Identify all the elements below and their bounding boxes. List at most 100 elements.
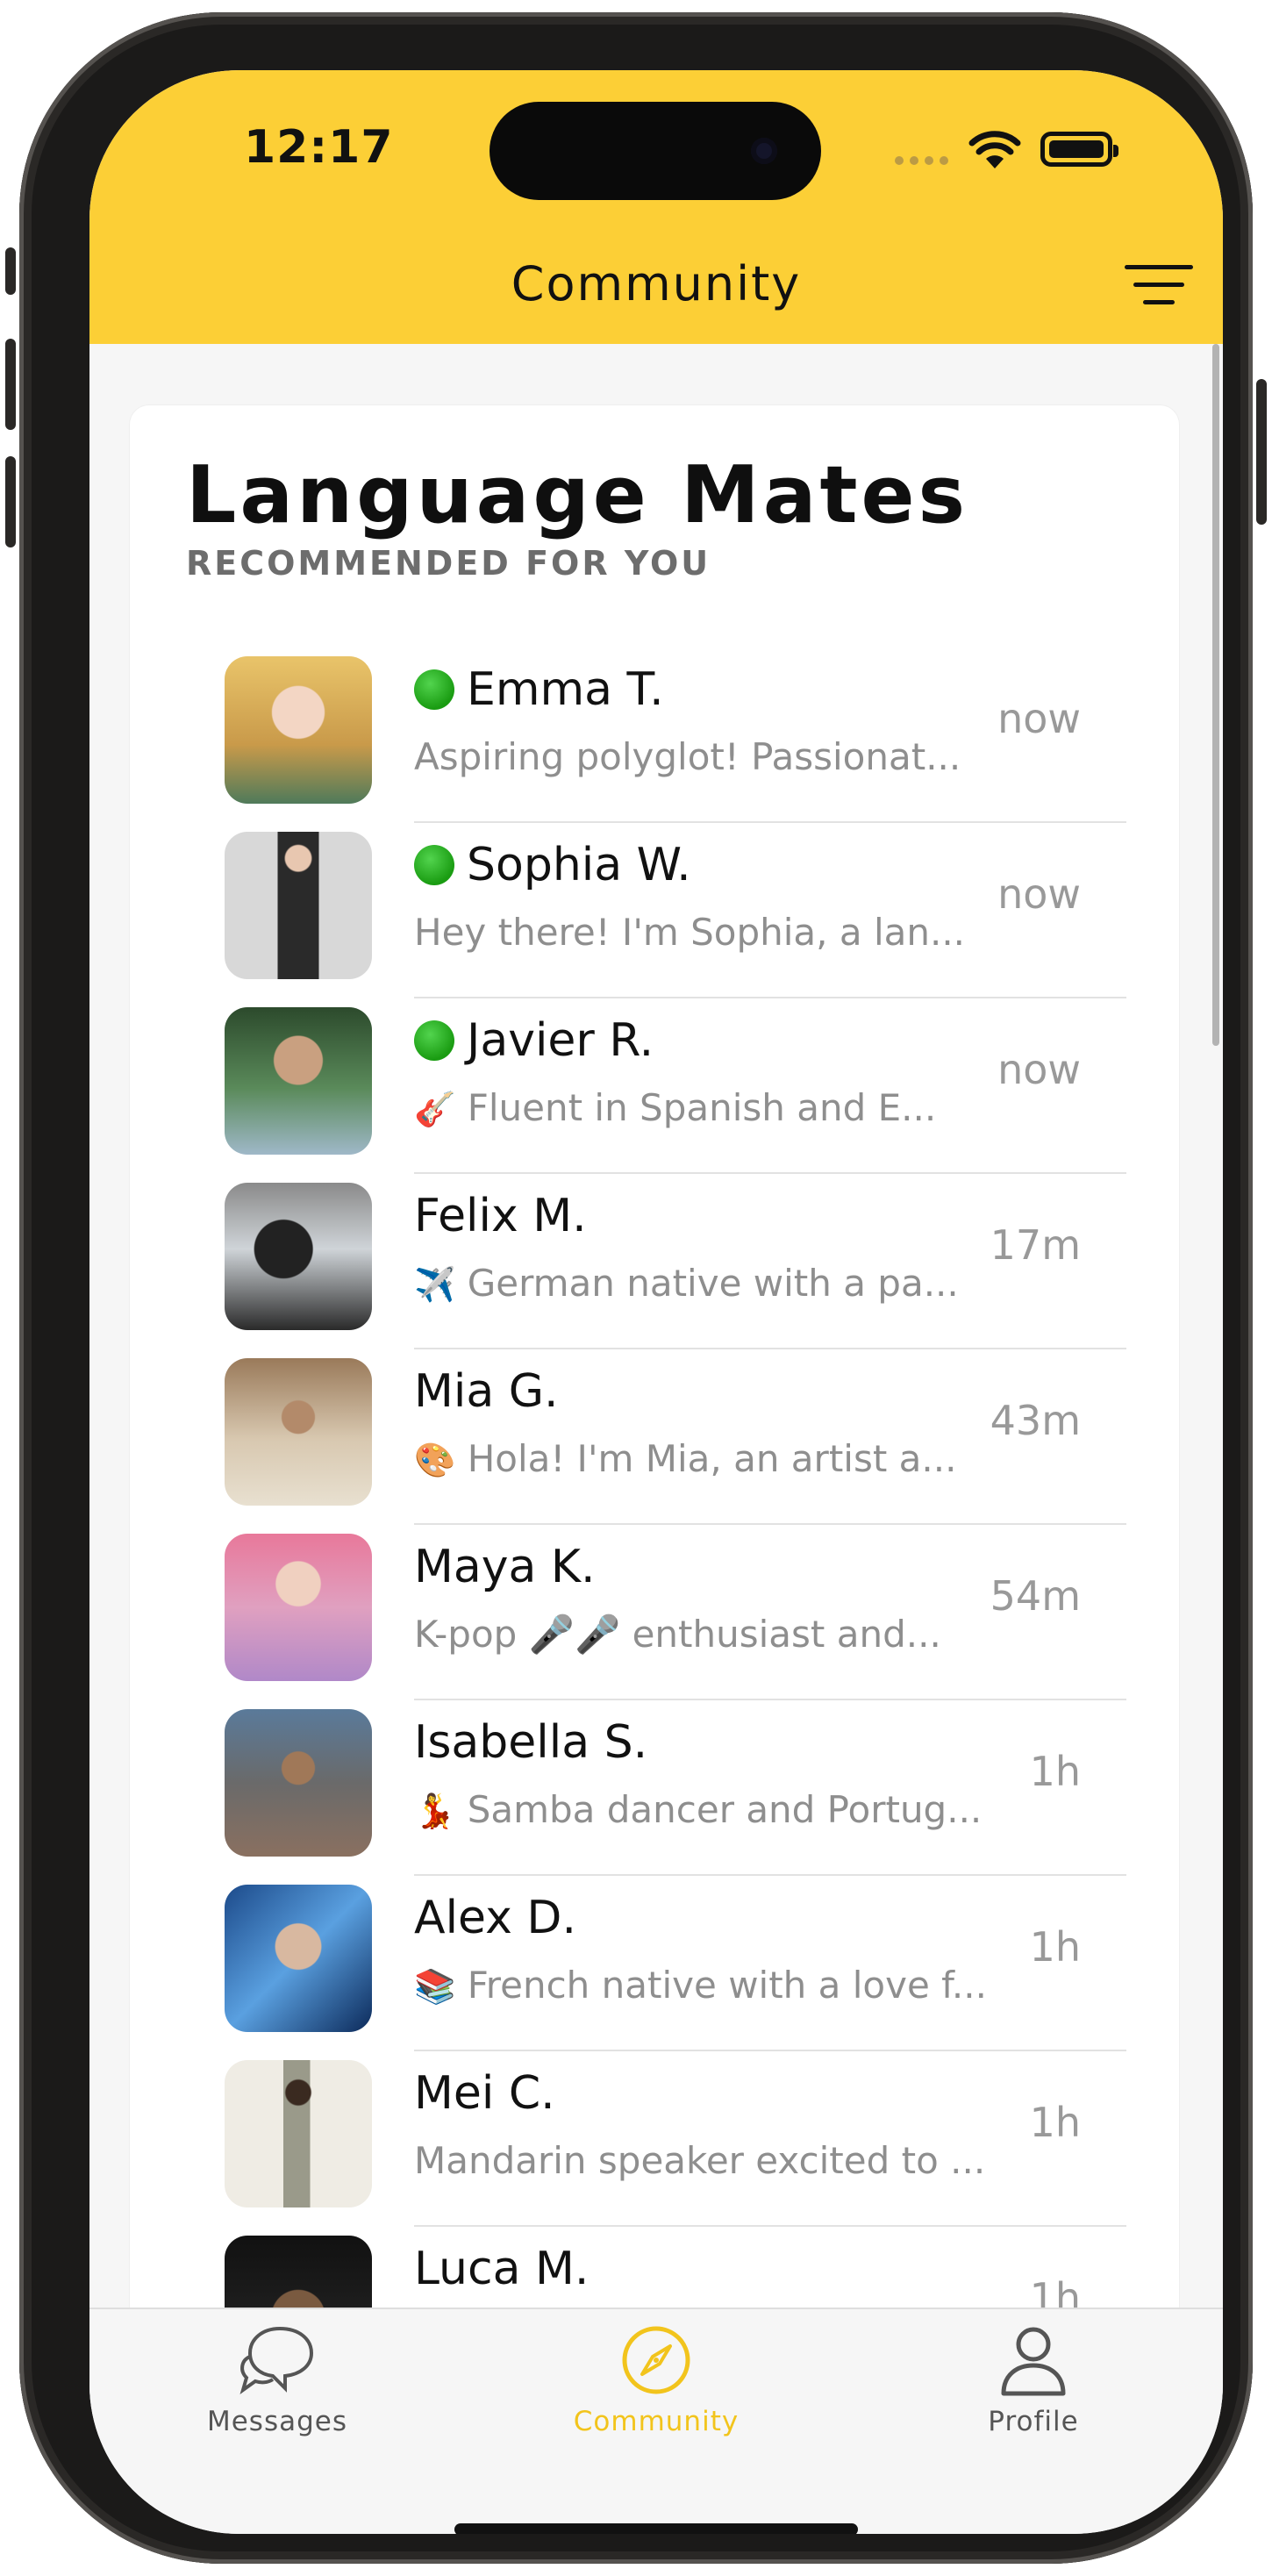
mate-bio-text: Fluent in Spanish and E... bbox=[467, 1086, 937, 1129]
section-title: Language Mates bbox=[186, 449, 969, 541]
mate-bio-text: Aspiring polyglot! Passionat... bbox=[414, 735, 961, 778]
mate-name-text: Maya K. bbox=[414, 1541, 596, 1593]
tab-community-label: Community bbox=[573, 2406, 740, 2437]
app-header: 12:17 Community bbox=[89, 70, 1223, 344]
mate-bio-text: Mandarin speaker excited to ... bbox=[414, 2139, 986, 2182]
mate-bio: Mandarin speaker excited to ... bbox=[414, 2139, 993, 2182]
mate-bio: Hey there! I'm Sophia, a lan... bbox=[414, 911, 993, 954]
mate-row[interactable]: Emma T. Aspiring polyglot! Passionat... no… bbox=[130, 648, 1179, 823]
tab-messages[interactable]: Messages bbox=[172, 2323, 382, 2437]
mate-bio: 🎨 Hola! I'm Mia, an artist a... bbox=[414, 1437, 993, 1480]
phone-frame: 12:17 Community Language Mates RECOMMEND… bbox=[5, 12, 1267, 2564]
mate-row[interactable]: Felix M. ✈️ German native with a pa... 17m bbox=[130, 1174, 1179, 1349]
volume-up-button bbox=[5, 339, 16, 430]
last-active-time: 54m bbox=[990, 1572, 1081, 1620]
last-active-time: now bbox=[997, 1046, 1081, 1093]
avatar bbox=[225, 1885, 372, 2032]
person-icon bbox=[1001, 2327, 1066, 2396]
avatar bbox=[225, 1183, 372, 1330]
tab-messages-label: Messages bbox=[206, 2406, 348, 2437]
avatar bbox=[225, 2060, 372, 2207]
page-title: Community bbox=[511, 256, 802, 311]
mate-name-text: Alex D. bbox=[414, 1892, 576, 1944]
avatar bbox=[225, 832, 372, 979]
mate-bio: 📚 French native with a love f... bbox=[414, 1964, 993, 2007]
mate-bio-text: German native with a pa... bbox=[467, 1262, 959, 1305]
last-active-time: 1h bbox=[1029, 1748, 1081, 1795]
mate-row[interactable]: Luca M. 1h bbox=[130, 2227, 1179, 2308]
filter-button[interactable] bbox=[1125, 265, 1193, 307]
mate-name: Isabella S. bbox=[414, 1716, 647, 1769]
volume-down-button bbox=[5, 456, 16, 547]
home-indicator[interactable] bbox=[454, 2523, 858, 2534]
mate-name: Felix M. bbox=[414, 1190, 587, 1242]
wifi-icon bbox=[968, 131, 1021, 168]
tab-bar: Messages Community Profile bbox=[89, 2308, 1223, 2534]
battery-icon bbox=[1040, 132, 1118, 167]
mate-row[interactable]: Sophia W. Hey there! I'm Sophia, a lan...… bbox=[130, 823, 1179, 998]
mate-bio: 💃 Samba dancer and Portug... bbox=[414, 1788, 993, 1831]
online-status-icon bbox=[414, 845, 454, 885]
mate-row[interactable]: Isabella S. 💃 Samba dancer and Portug... 1… bbox=[130, 1700, 1179, 1876]
scroll-indicator[interactable] bbox=[1212, 344, 1219, 1046]
bio-emoji: 🎨 bbox=[414, 1441, 456, 1479]
mate-bio: 🎸 Fluent in Spanish and E... bbox=[414, 1086, 993, 1129]
mute-switch bbox=[5, 247, 16, 295]
status-time: 12:17 bbox=[244, 121, 394, 174]
avatar bbox=[225, 1534, 372, 1681]
mate-name: Luca M. bbox=[414, 2243, 589, 2295]
mate-name: Sophia W. bbox=[414, 839, 691, 891]
mate-name-text: Mei C. bbox=[414, 2067, 555, 2120]
section-subtitle: RECOMMENDED FOR YOU bbox=[186, 544, 711, 583]
last-active-time: 1h bbox=[1029, 2274, 1081, 2308]
mate-bio: K-pop 🎤🎤 enthusiast and... bbox=[414, 1613, 993, 1657]
avatar bbox=[225, 1007, 372, 1155]
mate-row[interactable]: Alex D. 📚 French native with a love f... 1… bbox=[130, 1876, 1179, 2051]
bio-emoji: 📚 bbox=[414, 1967, 456, 2006]
dynamic-island bbox=[490, 102, 821, 200]
avatar bbox=[225, 2236, 372, 2308]
mate-bio-text: Samba dancer and Portug... bbox=[467, 1788, 983, 1831]
mate-name-text: Emma T. bbox=[467, 663, 664, 716]
cellular-signal-icon bbox=[895, 156, 948, 165]
language-mates-card: Language Mates RECOMMENDED FOR YOU Emma … bbox=[130, 405, 1179, 2308]
tab-community[interactable]: Community bbox=[551, 2323, 761, 2437]
mate-name: Maya K. bbox=[414, 1541, 596, 1593]
bio-emoji: ✈️ bbox=[414, 1265, 456, 1304]
mate-name: Emma T. bbox=[414, 663, 664, 716]
chat-bubbles-icon bbox=[239, 2326, 314, 2394]
mate-bio: Aspiring polyglot! Passionat... bbox=[414, 735, 993, 778]
compass-icon bbox=[622, 2326, 690, 2394]
power-button bbox=[1256, 379, 1267, 525]
bio-emoji: 🎸 bbox=[414, 1090, 456, 1128]
mate-name: Mei C. bbox=[414, 2067, 555, 2120]
mate-bio-text: Hey there! I'm Sophia, a lan... bbox=[414, 911, 966, 954]
mate-name: Mia G. bbox=[414, 1365, 559, 1418]
last-active-time: 43m bbox=[990, 1397, 1081, 1444]
mate-row[interactable]: Mia G. 🎨 Hola! I'm Mia, an artist a... 43m bbox=[130, 1349, 1179, 1525]
mate-name-text: Mia G. bbox=[414, 1365, 559, 1418]
tab-profile-label: Profile bbox=[988, 2406, 1079, 2437]
avatar bbox=[225, 1358, 372, 1506]
camera-icon bbox=[751, 138, 777, 164]
avatar bbox=[225, 656, 372, 804]
mate-name-text: Felix M. bbox=[414, 1190, 587, 1242]
online-status-icon bbox=[414, 1020, 454, 1061]
mate-row[interactable]: Maya K. K-pop 🎤🎤 enthusiast and... 54m bbox=[130, 1525, 1179, 1700]
mate-row[interactable]: Javier R. 🎸 Fluent in Spanish and E... now bbox=[130, 998, 1179, 1174]
bio-emoji: 💃 bbox=[414, 1792, 456, 1830]
mate-name-text: Isabella S. bbox=[414, 1716, 648, 1769]
last-active-time: 17m bbox=[990, 1221, 1081, 1269]
avatar bbox=[225, 1709, 372, 1857]
mate-name-text: Luca M. bbox=[414, 2243, 590, 2295]
online-status-icon bbox=[414, 669, 454, 710]
last-active-time: now bbox=[997, 695, 1081, 742]
mate-bio-text: K-pop 🎤🎤 enthusiast and... bbox=[414, 1613, 941, 1656]
mate-name-text: Javier R. bbox=[467, 1014, 654, 1067]
last-active-time: 1h bbox=[1029, 2099, 1081, 2146]
tab-profile[interactable]: Profile bbox=[928, 2323, 1139, 2437]
content-area[interactable]: Language Mates RECOMMENDED FOR YOU Emma … bbox=[89, 344, 1223, 2308]
mate-bio: ✈️ German native with a pa... bbox=[414, 1262, 993, 1305]
mate-row[interactable]: Mei C. Mandarin speaker excited to ... 1h bbox=[130, 2051, 1179, 2227]
app-screen: 12:17 Community Language Mates RECOMMEND… bbox=[89, 70, 1223, 2534]
